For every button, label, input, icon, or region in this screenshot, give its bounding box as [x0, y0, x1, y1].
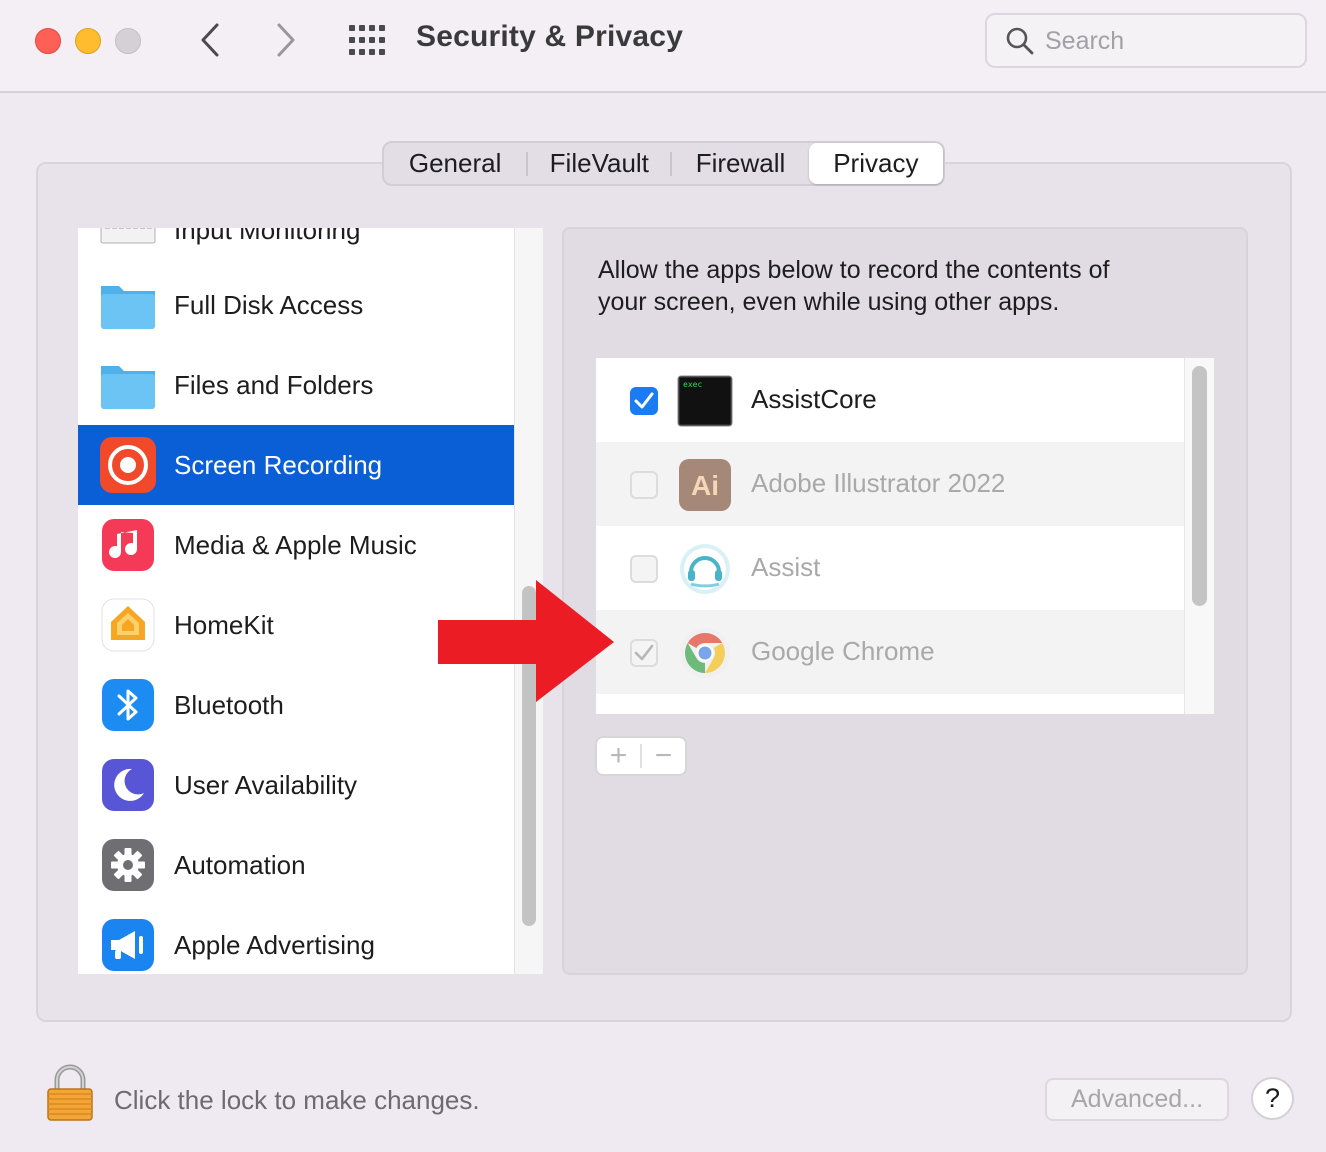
exec-icon-text: exec	[683, 380, 702, 389]
help-button[interactable]: ?	[1251, 1077, 1294, 1120]
sidebar-item-screen-recording[interactable]: Screen Recording	[78, 425, 514, 505]
sidebar-item-label: Bluetooth	[174, 689, 284, 720]
checkmark-icon	[634, 392, 654, 409]
moon-icon	[102, 759, 154, 811]
illustrator-icon: Ai	[679, 459, 731, 511]
search-field[interactable]	[985, 13, 1307, 68]
sidebar-item-full-disk-access[interactable]: Full Disk Access	[78, 265, 514, 345]
homekit-icon	[101, 598, 155, 652]
sidebar-item-media-apple-music[interactable]: Media & Apple Music	[78, 505, 514, 585]
sidebar-item-files-and-folders[interactable]: Files and Folders	[78, 345, 514, 425]
sidebar-item-label: Files and Folders	[174, 369, 374, 400]
sidebar-item-automation[interactable]: Automation	[78, 825, 514, 905]
illustrator-icon-text: Ai	[691, 470, 719, 501]
app-row-google-chrome[interactable]: Google Chrome	[596, 610, 1184, 694]
app-list: exec AssistCore Ai Adobe Illustrator 202…	[595, 357, 1215, 715]
window-title: Security & Privacy	[416, 20, 684, 53]
sidebar-item-label: Automation	[174, 849, 306, 880]
chrome-icon	[680, 628, 730, 678]
app-checkbox[interactable]	[630, 555, 658, 583]
app-row-assistcore[interactable]: exec AssistCore	[596, 358, 1184, 442]
sidebar-item-label: Input Monitoring	[174, 228, 361, 245]
sidebar-item-user-availability[interactable]: User Availability	[78, 745, 514, 825]
tab-filevault[interactable]: FileVault	[528, 143, 670, 184]
tab-firewall[interactable]: Firewall	[672, 143, 808, 184]
folder-icon	[101, 286, 155, 329]
advanced-button[interactable]: Advanced...	[1045, 1078, 1229, 1121]
title-bar: Security & Privacy	[0, 0, 1326, 93]
tab-general[interactable]: General	[384, 143, 526, 184]
lock-icon[interactable]	[45, 1064, 95, 1122]
sidebar-item-label: User Availability	[174, 769, 358, 800]
search-input[interactable]	[1045, 23, 1295, 59]
minimize-window-button[interactable]	[75, 28, 101, 54]
app-name: Google Chrome	[751, 636, 935, 666]
bluetooth-icon	[102, 679, 154, 731]
music-icon	[102, 519, 154, 571]
red-arrow-icon	[438, 580, 614, 702]
sidebar-item-label: Screen Recording	[174, 449, 383, 480]
gear-icon	[102, 839, 154, 891]
search-icon	[1006, 27, 1034, 55]
sidebar-item-apple-advertising[interactable]: Apple Advertising	[78, 905, 514, 974]
chevron-right-icon	[277, 23, 295, 57]
app-name: Assist	[751, 552, 821, 582]
sidebar-item-label: Apple Advertising	[174, 929, 375, 960]
sidebar-item-label: Full Disk Access	[174, 289, 364, 320]
forward-button[interactable]	[266, 18, 306, 62]
keyboard-icon	[100, 228, 156, 244]
sidebar-item-label: Media & Apple Music	[174, 529, 417, 560]
app-row-assist[interactable]: Assist	[596, 526, 1184, 610]
screen-recording-icon	[100, 437, 156, 493]
headset-icon	[680, 544, 730, 594]
sidebar-item-label: HomeKit	[174, 609, 274, 640]
terminal-exec-icon: exec	[677, 375, 733, 427]
description-line: Allow the apps below to record the conte…	[598, 256, 1110, 284]
app-row-adobe-illustrator[interactable]: Ai Adobe Illustrator 2022	[596, 442, 1184, 526]
tab-bar: General FileVault Firewall Privacy	[382, 141, 945, 186]
checkmark-icon	[634, 644, 654, 661]
app-list-scrollbar-thumb[interactable]	[1192, 366, 1207, 606]
lock-message: Click the lock to make changes.	[114, 1085, 480, 1115]
app-checkbox[interactable]	[630, 639, 658, 667]
description-line: your screen, even while using other apps…	[598, 288, 1060, 316]
add-app-button[interactable]: +	[597, 738, 640, 774]
show-all-button[interactable]	[346, 21, 388, 59]
add-remove-control: + −	[595, 736, 687, 776]
back-button[interactable]	[190, 18, 230, 62]
close-window-button[interactable]	[35, 28, 61, 54]
app-name: AssistCore	[751, 384, 877, 414]
tab-privacy[interactable]: Privacy	[808, 143, 943, 184]
megaphone-icon	[102, 919, 154, 971]
folder-icon	[101, 366, 155, 409]
zoom-window-button[interactable]	[115, 28, 141, 54]
grid-icon	[349, 25, 385, 55]
screen-recording-description: Allow the apps below to record the conte…	[598, 254, 1198, 318]
sidebar-item-input-monitoring[interactable]: Input Monitoring	[78, 228, 514, 270]
remove-app-button[interactable]: −	[642, 738, 685, 774]
chevron-left-icon	[201, 23, 219, 57]
app-name: Adobe Illustrator 2022	[751, 468, 1006, 498]
app-checkbox[interactable]	[630, 387, 658, 415]
app-checkbox[interactable]	[630, 471, 658, 499]
